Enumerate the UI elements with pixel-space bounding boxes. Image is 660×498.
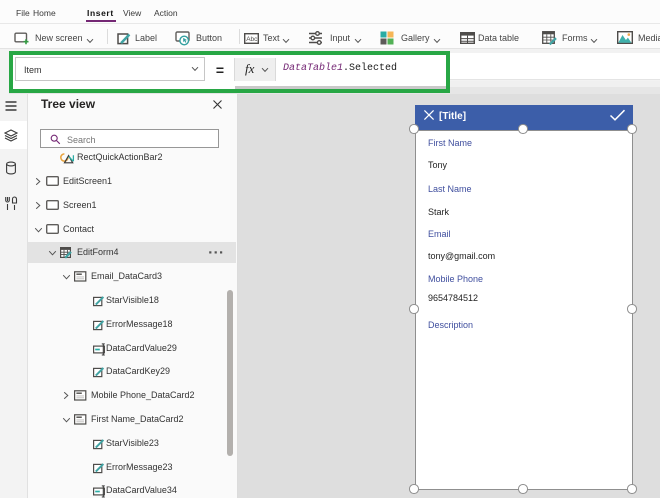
svg-text:Abc: Abc bbox=[246, 36, 258, 43]
